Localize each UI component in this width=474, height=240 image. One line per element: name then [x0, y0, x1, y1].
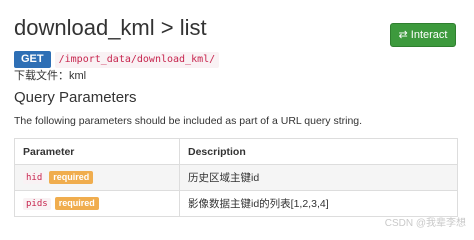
table-header-row: Parameter Description — [14, 138, 458, 165]
parameter-description: 历史区域主键id — [179, 164, 458, 191]
parameter-name: pids — [23, 198, 51, 210]
watermark: CSDN @我辈李想 — [384, 218, 466, 229]
download-file-text: 下载文件：kml — [14, 70, 87, 82]
parameter-cell: pids required — [14, 190, 180, 217]
swap-arrows-icon: ⇄ — [398, 28, 408, 41]
interact-button[interactable]: ⇄ Interact — [390, 23, 456, 47]
parameter-column-header: Parameter — [14, 138, 180, 165]
required-badge: required — [49, 171, 94, 184]
table-row: pids required 影像数据主键id的列表[1,2,3,4] — [14, 190, 458, 217]
page-title: download_kml > list — [14, 15, 207, 40]
endpoint-row: GET /import_data/download_kml/ — [14, 51, 220, 68]
method-badge: GET — [14, 51, 51, 68]
parameter-name: hid — [23, 172, 46, 184]
table-row: hid required 历史区域主键id — [14, 164, 458, 191]
parameter-description: 影像数据主键id的列表[1,2,3,4] — [179, 190, 458, 217]
endpoint-path: /import_data/download_kml/ — [54, 51, 220, 68]
parameters-table: Parameter Description hid required 历史区域主键… — [14, 138, 458, 217]
query-parameters-heading: Query Parameters — [14, 89, 137, 106]
required-badge: required — [54, 197, 99, 210]
description-column-header: Description — [179, 138, 458, 165]
interact-button-label: Interact — [410, 29, 448, 41]
parameter-cell: hid required — [14, 164, 180, 191]
query-parameters-description: The following parameters should be inclu… — [14, 115, 363, 127]
